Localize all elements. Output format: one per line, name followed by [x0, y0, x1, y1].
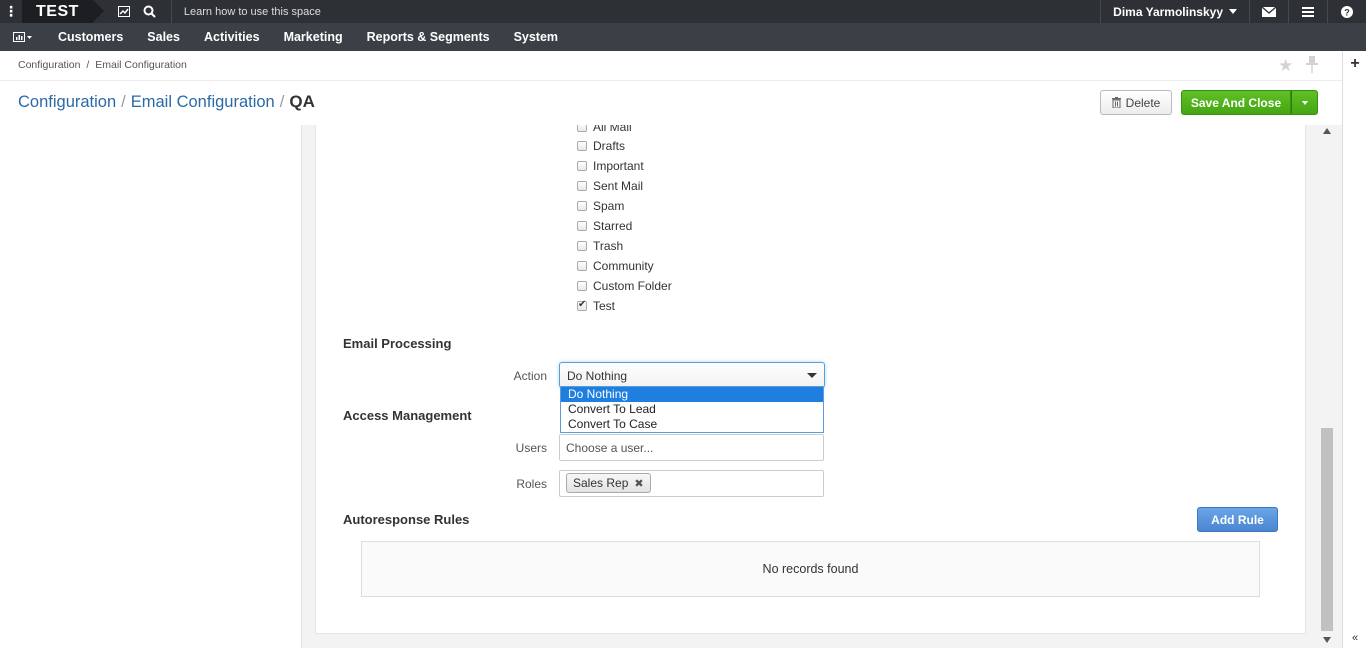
section-email-processing: Email Processing: [343, 336, 452, 351]
chevron-down-icon: [1229, 9, 1237, 14]
option-do-nothing[interactable]: Do Nothing: [561, 387, 823, 402]
menu-item-marketing[interactable]: Marketing: [272, 23, 355, 51]
action-dropdown-list: Do Nothing Convert To Lead Convert To Ca…: [560, 386, 824, 433]
title-link-configuration[interactable]: Configuration: [18, 93, 116, 111]
envelope-icon[interactable]: [1249, 0, 1288, 23]
folder-option-drafts[interactable]: Drafts: [577, 138, 625, 154]
top-bar: ⋮ TEST Learn how to use this space Dima …: [0, 0, 1366, 23]
action-select[interactable]: Do Nothing: [559, 362, 825, 388]
search-icon[interactable]: [137, 0, 163, 23]
checkbox[interactable]: [577, 161, 587, 171]
user-name: Dima Yarmolinskyy: [1113, 4, 1223, 19]
chevron-down-icon: [1301, 100, 1308, 105]
star-icon[interactable]: ★: [1278, 56, 1293, 76]
menu-icon[interactable]: [1288, 0, 1327, 23]
checkbox[interactable]: [577, 181, 587, 191]
roles-input[interactable]: Sales Rep ✖: [559, 470, 824, 497]
save-options-dropdown[interactable]: [1291, 90, 1318, 115]
delete-button[interactable]: Delete: [1100, 90, 1172, 115]
menu-item-sales[interactable]: Sales: [135, 23, 192, 51]
folder-option-sent-mail[interactable]: Sent Mail: [577, 178, 643, 194]
menu-item-customers[interactable]: Customers: [46, 23, 135, 51]
users-label: Users: [515, 441, 547, 455]
folder-option-test[interactable]: Test: [577, 298, 615, 314]
checkbox[interactable]: [577, 201, 587, 211]
title-link-email-configuration[interactable]: Email Configuration: [131, 93, 275, 111]
breadcrumb: Configuration / Email Configuration: [18, 59, 190, 71]
title-current: QA: [289, 92, 315, 111]
checkbox[interactable]: [577, 141, 587, 151]
dots-icon[interactable]: ⋮: [0, 0, 22, 23]
page-title: Configuration / Email Configuration / QA: [18, 92, 315, 112]
scroll-down-icon[interactable]: [1323, 637, 1331, 643]
autoresponse-empty-grid: No records found: [361, 541, 1260, 597]
vertical-scrollbar[interactable]: [1320, 125, 1335, 648]
plus-icon[interactable]: +: [1343, 55, 1366, 73]
checkbox[interactable]: [577, 261, 587, 271]
checkbox[interactable]: [577, 281, 587, 291]
title-separator: /: [121, 93, 126, 111]
folder-option-spam[interactable]: Spam: [577, 198, 624, 214]
folder-option-all-mail[interactable]: All Mail: [577, 125, 632, 135]
checkbox[interactable]: [577, 241, 587, 251]
trash-icon: [1111, 97, 1121, 108]
help-icon[interactable]: ?: [1327, 0, 1366, 23]
breadcrumb-separator: /: [86, 59, 90, 71]
user-menu[interactable]: Dima Yarmolinskyy: [1100, 0, 1249, 23]
menu-item-activities[interactable]: Activities: [192, 23, 272, 51]
role-tag: Sales Rep ✖: [566, 473, 651, 493]
save-and-close-button[interactable]: Save And Close: [1181, 90, 1291, 115]
checkbox[interactable]: [577, 221, 587, 231]
scroll-up-icon[interactable]: [1323, 128, 1331, 134]
folder-option-community[interactable]: Community: [577, 258, 654, 274]
add-rule-button[interactable]: Add Rule: [1197, 507, 1278, 532]
section-autoresponse-rules: Autoresponse Rules: [343, 512, 470, 527]
dashboard-icon[interactable]: [0, 32, 46, 42]
option-convert-to-case[interactable]: Convert To Case: [561, 417, 823, 432]
svg-text:?: ?: [1344, 7, 1350, 17]
delete-label: Delete: [1125, 95, 1161, 110]
option-convert-to-lead[interactable]: Convert To Lead: [561, 402, 823, 417]
collapse-icon[interactable]: «: [1343, 632, 1366, 644]
users-input[interactable]: Choose a user...: [559, 434, 824, 461]
checkbox-checked[interactable]: [577, 299, 587, 311]
menu-item-system[interactable]: System: [502, 23, 570, 51]
breadcrumb-email-configuration[interactable]: Email Configuration: [95, 59, 187, 71]
breadcrumb-configuration[interactable]: Configuration: [18, 59, 80, 71]
folder-option-custom-folder[interactable]: Custom Folder: [577, 278, 672, 294]
organization-name[interactable]: TEST: [22, 0, 104, 23]
roles-label: Roles: [516, 477, 547, 491]
pin-icon[interactable]: [1306, 56, 1318, 78]
folder-option-starred[interactable]: Starred: [577, 218, 632, 234]
learn-link[interactable]: Learn how to use this space: [170, 0, 471, 23]
action-label: Action: [513, 369, 547, 383]
title-separator: /: [279, 93, 285, 111]
empty-message: No records found: [762, 562, 859, 576]
folder-list: All Mail Drafts Important Sent Mail Spam…: [570, 125, 770, 320]
folder-option-important[interactable]: Important: [577, 158, 644, 174]
main-menu: Customers Sales Activities Marketing Rep…: [0, 23, 1366, 51]
scroll-thumb[interactable]: [1321, 428, 1333, 631]
section-access-management: Access Management: [343, 408, 472, 423]
close-icon[interactable]: ✖: [634, 477, 643, 490]
checkbox[interactable]: [577, 125, 587, 132]
chart-icon[interactable]: [111, 0, 137, 23]
menu-item-reports-segments[interactable]: Reports & Segments: [355, 23, 502, 51]
sidebar-right: + «: [1342, 51, 1366, 648]
folder-option-trash[interactable]: Trash: [577, 238, 623, 254]
action-select-value: Do Nothing: [567, 369, 628, 383]
chevron-down-icon: [807, 373, 817, 378]
